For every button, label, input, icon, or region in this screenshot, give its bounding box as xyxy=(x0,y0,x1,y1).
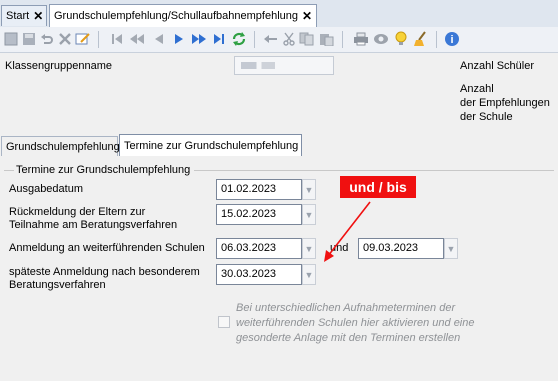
ausgabedatum-field[interactable]: 01.02.2023 xyxy=(216,179,302,200)
next-page-icon[interactable] xyxy=(190,30,208,48)
idea-icon[interactable] xyxy=(392,30,410,48)
tab-start-label: Start xyxy=(6,10,30,22)
edit-icon[interactable] xyxy=(74,30,92,48)
undo-icon[interactable] xyxy=(38,30,56,48)
close-icon[interactable]: ✕ xyxy=(302,9,312,23)
svg-text:i: i xyxy=(450,34,453,46)
copy-icon[interactable] xyxy=(298,30,316,48)
document-tab-bar: Start ✕ Grundschulempfehlung/Schullaufba… xyxy=(0,0,558,28)
spaeteste-anmeldung-label: späteste Anmeldung nach besonderem Berat… xyxy=(9,266,200,291)
paste-icon[interactable] xyxy=(318,30,336,48)
group-title: Termine zur Grundschulempfehlung xyxy=(16,164,191,176)
close-icon[interactable]: ✕ xyxy=(33,9,43,23)
print-icon[interactable] xyxy=(352,30,370,48)
tab-label: Termine zur Grundschulempfehlung xyxy=(124,140,299,152)
back-icon[interactable] xyxy=(262,30,280,48)
cut-icon[interactable] xyxy=(280,30,298,48)
help-icon[interactable]: i xyxy=(443,30,461,48)
toolbar: i xyxy=(0,27,558,53)
tab-grundschulempfehlung[interactable]: Grundschulempfehlung/Schullaufbahnempfeh… xyxy=(49,4,317,27)
detail-tab-bar: Grundschulempfehlung Termine zur Grundsc… xyxy=(0,134,558,157)
save-icon[interactable] xyxy=(20,30,38,48)
tab-grundschulempfehlung-detail[interactable]: Grundschulempfehlung xyxy=(1,136,120,156)
refresh-icon[interactable] xyxy=(230,30,248,48)
rueckmeldung-field[interactable]: 15.02.2023 xyxy=(216,204,302,225)
annotation-callout: und / bis xyxy=(340,176,416,198)
last-icon[interactable] xyxy=(210,30,228,48)
chevron-down-icon[interactable]: ▼ xyxy=(302,204,316,225)
count-recommendations-label: Anzahl der Empfehlungen der Schule xyxy=(460,83,550,123)
tab-label: Grundschulempfehlung xyxy=(6,140,120,153)
first-icon[interactable] xyxy=(108,30,126,48)
separate-dates-note: Bei unterschiedlichen Aufnahmeterminen d… xyxy=(236,302,475,344)
redacted-value xyxy=(241,62,275,69)
separate-dates-checkbox[interactable] xyxy=(218,316,230,328)
ausgabedatum-label: Ausgabedatum xyxy=(9,183,83,195)
anmeldung-label: Anmeldung an weiterführenden Schulen xyxy=(9,242,205,254)
tab-grundschulempfehlung-label: Grundschulempfehlung/Schullaufbahnempfeh… xyxy=(54,10,299,22)
preview-icon[interactable] xyxy=(372,30,390,48)
new-icon[interactable] xyxy=(2,30,20,48)
delete-icon[interactable] xyxy=(56,30,74,48)
tab-start[interactable]: Start ✕ xyxy=(1,5,47,26)
rueckmeldung-label: Rückmeldung der Eltern zur Teilnahme am … xyxy=(9,206,178,231)
chevron-down-icon[interactable]: ▼ xyxy=(444,238,458,259)
group-border xyxy=(194,170,554,171)
count-students-label: Anzahl Schüler xyxy=(460,60,534,72)
group-border xyxy=(4,170,14,171)
chevron-down-icon[interactable]: ▼ xyxy=(302,179,316,200)
group-name-label: Klassengruppenname xyxy=(5,60,113,72)
annotation-arrow-icon xyxy=(324,201,371,262)
group-name-field xyxy=(234,56,334,75)
tab-termine[interactable]: Termine zur Grundschulempfehlung xyxy=(119,134,302,157)
chevron-down-icon[interactable]: ▼ xyxy=(302,264,316,285)
previous-icon[interactable] xyxy=(150,30,168,48)
previous-page-icon[interactable] xyxy=(128,30,146,48)
anmeldung-from-field[interactable]: 06.03.2023 xyxy=(216,238,302,259)
next-icon[interactable] xyxy=(170,30,188,48)
clear-icon[interactable] xyxy=(412,30,430,48)
chevron-down-icon[interactable]: ▼ xyxy=(302,238,316,259)
spaeteste-anmeldung-field[interactable]: 30.03.2023 xyxy=(216,264,302,285)
